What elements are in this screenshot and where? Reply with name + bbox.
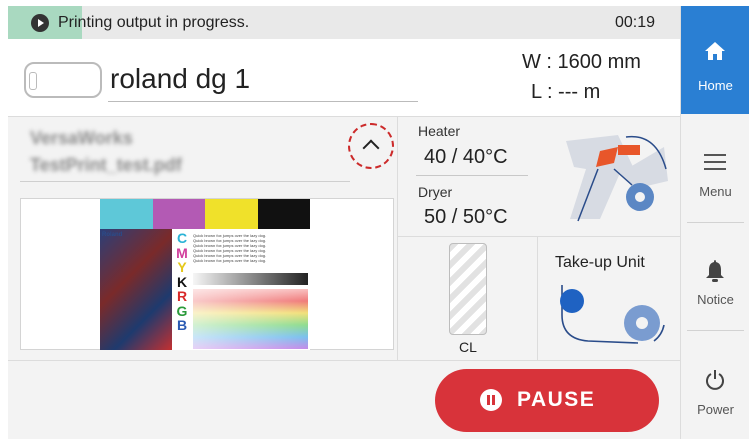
media-width: W : 1600 mm — [522, 51, 641, 73]
preview-sample-text: Quick brown fox jumps over the lazy dog.… — [193, 233, 267, 263]
divider — [416, 175, 528, 176]
nav-home-label: Home — [698, 78, 733, 93]
printer-diagram-icon — [566, 135, 668, 222]
printer-info-row[interactable]: roland dg 1 W : 1600 mm L : --- m — [8, 39, 680, 117]
color-letter-g: G — [176, 302, 188, 319]
heater-value: 40 / 40°C — [424, 146, 508, 168]
nav-notice[interactable]: Notice — [681, 222, 749, 330]
nav-menu[interactable]: Menu — [681, 114, 749, 222]
color-bar-2 — [205, 199, 258, 229]
dryer-value: 50 / 50°C — [424, 206, 508, 228]
heater-panel[interactable]: Heater 40 / 40°C Dryer 50 / 50°C — [398, 117, 680, 237]
color-letter-r: R — [176, 288, 188, 304]
color-letter-c: C — [176, 230, 188, 246]
nav-notice-label: Notice — [697, 292, 734, 307]
status-message: Printing output in progress. — [58, 14, 250, 31]
color-swatches — [193, 289, 308, 349]
home-icon — [705, 42, 725, 60]
nav-home[interactable]: Home — [681, 6, 749, 114]
side-navigation: Home Menu Notice Power — [680, 6, 749, 439]
guitar-image — [100, 229, 172, 350]
media-roll-icon — [24, 62, 102, 98]
divider — [108, 101, 418, 102]
divider — [20, 181, 350, 182]
printer-name: roland dg 1 — [110, 63, 251, 94]
menu-icon — [704, 154, 726, 170]
nav-power-label: Power — [697, 402, 734, 417]
color-bars — [100, 199, 310, 229]
color-bar-0 — [100, 199, 153, 229]
pause-button[interactable]: PAUSE — [435, 369, 659, 432]
print-preview: Roland CMYKRGB Quick brown fox jumps ove… — [20, 198, 394, 350]
bell-icon — [706, 260, 724, 282]
dryer-label: Dryer — [418, 184, 453, 200]
nav-menu-label: Menu — [699, 184, 732, 199]
heater-label: Heater — [418, 123, 461, 139]
pause-icon — [480, 389, 502, 411]
cartridge-label: CL — [459, 339, 477, 355]
cartridge-icon — [449, 243, 487, 335]
color-letter-k: K — [176, 273, 188, 290]
preview-brand: Roland — [102, 232, 123, 238]
chevron-up-icon — [362, 139, 380, 157]
elapsed-time: 00:19 — [614, 14, 655, 31]
job-name: VersaWorks TestPrint_test.pdf — [30, 125, 270, 179]
status-bar: Printing output in progress. 00:19 — [8, 6, 680, 39]
color-letter-m: M — [176, 244, 188, 261]
color-letter-y: Y — [177, 259, 187, 275]
takeup-label: Take-up Unit — [555, 254, 645, 271]
nav-power[interactable]: Power — [681, 330, 749, 438]
action-bar: PAUSE — [8, 360, 680, 439]
takeup-unit-panel[interactable]: Take-up Unit — [538, 237, 680, 360]
color-letters: CMYKRGB — [174, 231, 190, 333]
color-letter-b: B — [176, 317, 188, 333]
printer-control-screen: Printing output in progress. 00:19 rolan… — [0, 0, 749, 439]
job-name-line1: VersaWorks — [30, 128, 133, 148]
collapse-button[interactable] — [348, 123, 394, 169]
job-name-line2: TestPrint_test.pdf — [30, 155, 182, 175]
gray-ramp — [193, 273, 308, 285]
takeup-diagram-icon — [560, 285, 665, 344]
cleaning-cartridge-panel[interactable]: CL — [398, 237, 538, 360]
media-length: L : --- m — [531, 81, 601, 103]
preview-thumbnail: Roland CMYKRGB Quick brown fox jumps ove… — [100, 199, 310, 350]
pause-label: PAUSE — [517, 388, 596, 411]
play-icon — [31, 14, 49, 32]
color-bar-3 — [257, 199, 310, 229]
power-icon — [706, 370, 724, 390]
color-bar-1 — [152, 199, 205, 229]
job-panel: VersaWorks TestPrint_test.pdf Roland CMY… — [8, 117, 398, 360]
